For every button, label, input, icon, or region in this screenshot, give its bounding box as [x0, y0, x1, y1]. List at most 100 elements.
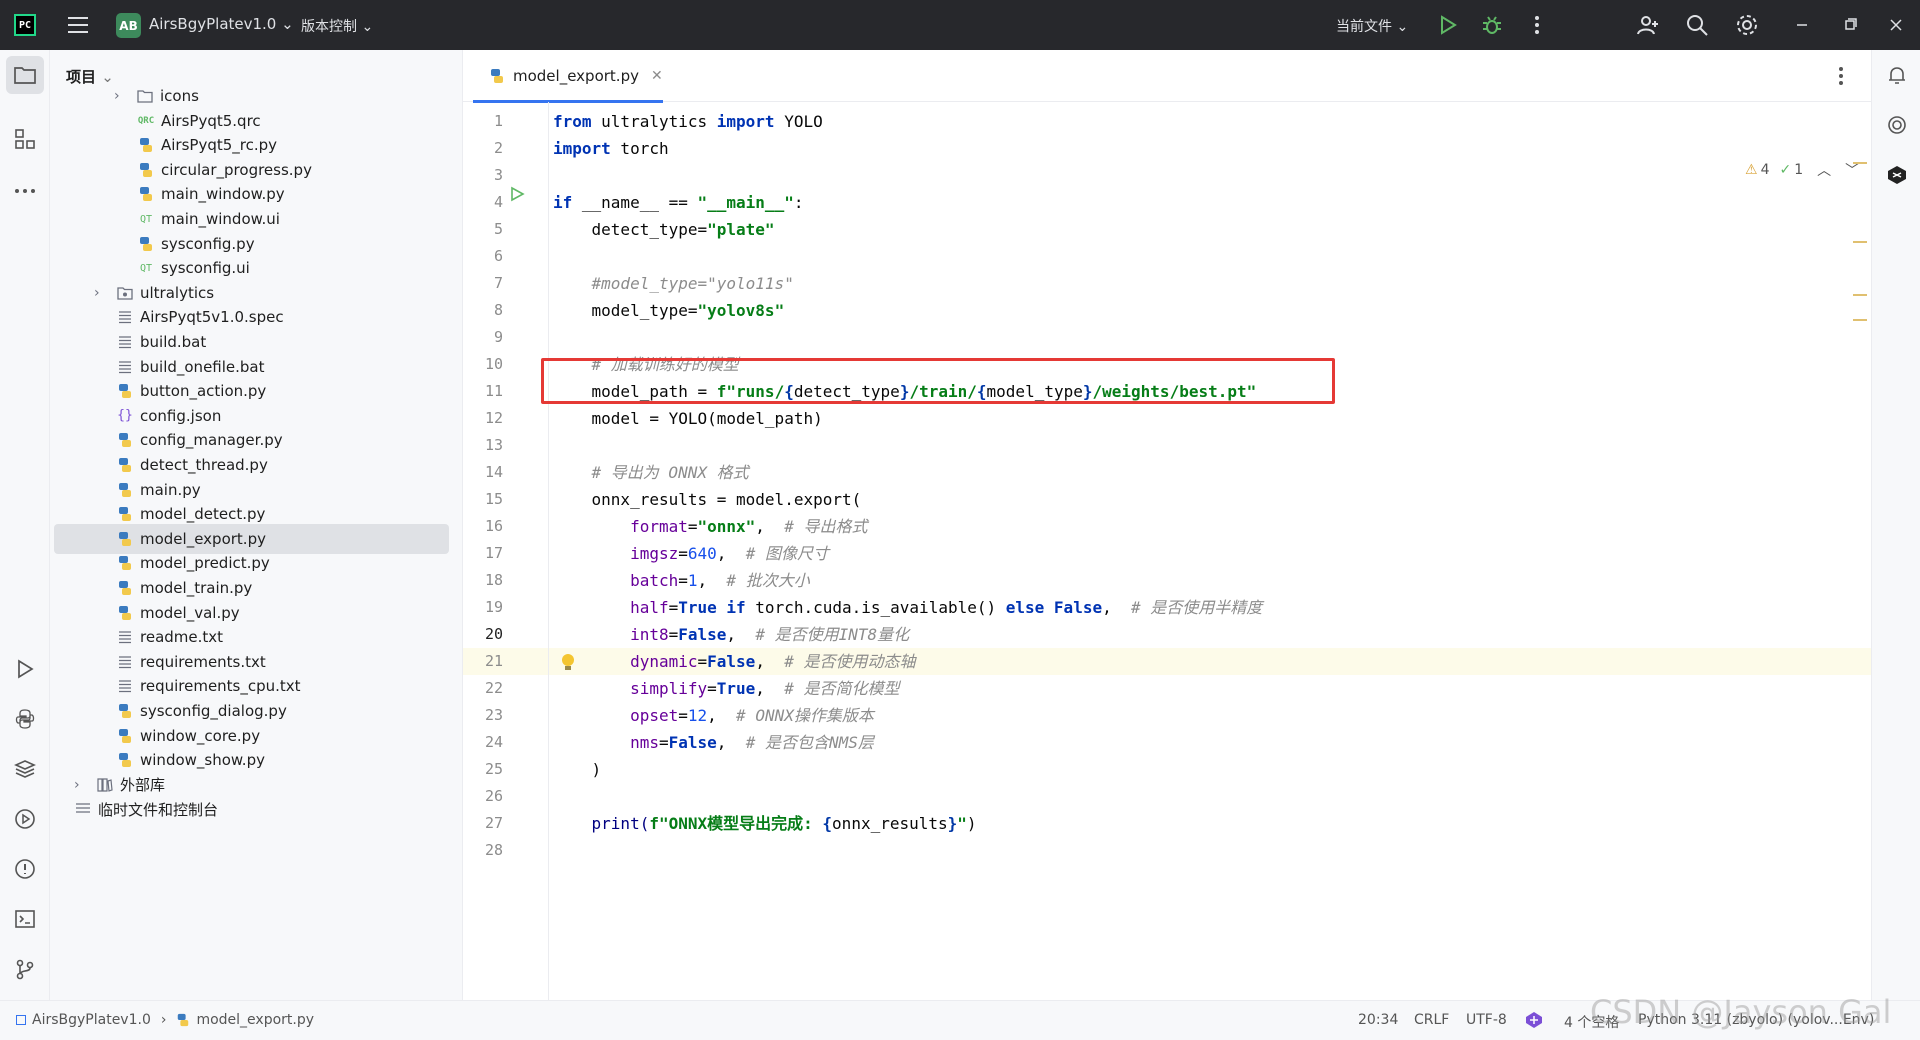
- minimize-icon[interactable]: [1790, 13, 1814, 37]
- line-number: 14: [484, 463, 503, 481]
- add-user-icon[interactable]: [1636, 13, 1660, 37]
- notifications-icon[interactable]: [1884, 62, 1910, 88]
- project-tool-icon[interactable]: [6, 56, 44, 94]
- code-line: batch=1, # 批次大小: [553, 571, 810, 590]
- tree-item-label: model_detect.py: [140, 505, 266, 524]
- file-encoding[interactable]: UTF-8: [1466, 1012, 1507, 1028]
- breadcrumb-file[interactable]: model_export.py: [196, 1012, 314, 1028]
- right-tool-strip: [1871, 50, 1920, 1000]
- tree-item-label: config.json: [140, 406, 222, 425]
- line-number: 8: [493, 301, 503, 319]
- code-line: if __name__ == "__main__":: [553, 193, 804, 212]
- json-file-icon: {}: [117, 408, 133, 424]
- tree-item-label: config_manager.py: [140, 431, 283, 450]
- tree-item-label: sysconfig_dialog.py: [140, 702, 287, 720]
- tree-item-label: requirements.txt: [140, 652, 266, 671]
- run-gutter-icon[interactable]: [509, 186, 525, 206]
- project-switcher[interactable]: AirsBgyPlatev1.0 ⌄: [149, 15, 294, 33]
- tree-item-label: AirsPyqt5.qrc: [161, 111, 261, 130]
- problems-icon[interactable]: [12, 856, 38, 882]
- project-badge[interactable]: AB: [116, 13, 141, 38]
- run-tool-icon[interactable]: [12, 656, 38, 682]
- breadcrumb: AirsBgyPlatev1.0 › model_export.py: [16, 1012, 314, 1028]
- ai-status-icon[interactable]: [1524, 1010, 1544, 1034]
- qrc-file-icon: QRC: [137, 115, 155, 126]
- more-vertical-icon[interactable]: [1525, 13, 1549, 37]
- inspection-widget[interactable]: ⚠ 4 ✓ 1 ︿ ﹀: [1745, 160, 1859, 180]
- chevron-down-icon: ⌄: [101, 68, 114, 86]
- run-config-selector[interactable]: 当前文件 ⌄: [1336, 16, 1408, 36]
- python-file-icon: [116, 751, 134, 769]
- tree-item-label: AirsPyqt5v1.0.spec: [140, 308, 284, 327]
- line-number: 19: [484, 598, 503, 616]
- warning-icon: ⚠: [1745, 162, 1758, 178]
- chevron-right-icon[interactable]: ›: [114, 88, 130, 104]
- tree-item-label: detect_thread.py: [140, 456, 268, 474]
- restore-icon[interactable]: [1838, 13, 1862, 37]
- tree-item-label: model_export.py: [140, 529, 266, 548]
- code-line: print(f"ONNX模型导出完成: {onnx_results}"): [553, 814, 977, 833]
- code-line: nms=False, # 是否包含NMS层: [553, 733, 874, 752]
- python-file-icon: [137, 136, 155, 154]
- tree-item-label: circular_progress.py: [161, 160, 312, 179]
- tree-item[interactable]: 临时文件和控制台: [74, 794, 218, 824]
- debug-icon[interactable]: [1480, 13, 1504, 37]
- terminal-icon[interactable]: [12, 906, 38, 932]
- python-file-icon: [137, 161, 155, 179]
- chevron-down-icon: ⌄: [281, 15, 294, 33]
- tab-model-export[interactable]: model_export.py ✕: [473, 50, 663, 103]
- line-number: 13: [484, 436, 503, 454]
- gear-icon[interactable]: [1735, 13, 1759, 37]
- tree-item-label: main_window.py: [161, 185, 285, 204]
- close-icon[interactable]: [1884, 13, 1908, 37]
- python-packages-icon[interactable]: [12, 756, 38, 782]
- search-icon[interactable]: [1685, 13, 1709, 37]
- services-icon[interactable]: [12, 806, 38, 832]
- code-line: format="onnx", # 导出格式: [553, 517, 868, 536]
- library-icon: [96, 776, 114, 794]
- editor-area: model_export.py ✕ 1 2 3 4 5 6 7 8 9 10 11 12 13 14 15 1…: [463, 50, 1871, 1000]
- plugin-icon[interactable]: [1884, 162, 1910, 188]
- chevron-right-icon[interactable]: ›: [94, 285, 110, 301]
- ai-assistant-icon[interactable]: [1884, 112, 1910, 138]
- structure-tool-icon[interactable]: [12, 126, 38, 152]
- vcs-menu[interactable]: 版本控制 ⌄: [301, 16, 373, 36]
- pycharm-logo-icon[interactable]: PC: [14, 14, 36, 36]
- line-number: 23: [484, 706, 503, 724]
- watermark: CSDN @Jayson Gal: [1590, 993, 1892, 1031]
- line-number: 5: [493, 220, 503, 238]
- tab-label: model_export.py: [513, 67, 639, 85]
- git-icon[interactable]: [12, 956, 38, 982]
- project-panel-header[interactable]: 项目 ⌄: [66, 66, 114, 87]
- python-console-icon[interactable]: [12, 706, 38, 732]
- more-tools-icon[interactable]: [12, 178, 38, 204]
- package-folder-icon: [116, 284, 134, 302]
- tree-item-label: main.py: [140, 480, 201, 499]
- code-line: model_type="yolov8s": [553, 301, 785, 320]
- scroll-marker: [1853, 294, 1867, 296]
- code-line: opset=12, # ONNX操作集版本: [553, 706, 874, 725]
- line-number: 18: [484, 571, 503, 589]
- python-file-icon: [176, 1013, 190, 1027]
- editor-tab-bar: model_export.py ✕: [463, 50, 1871, 103]
- warning-count: 4: [1760, 162, 1770, 178]
- module-icon: [16, 1015, 26, 1025]
- chevron-right-icon[interactable]: ›: [74, 777, 90, 793]
- highlight-annotation-box: [541, 358, 1335, 404]
- python-file-icon: [116, 604, 134, 622]
- tree-item-label: requirements_cpu.txt: [140, 677, 301, 696]
- tree-item-label: model_predict.py: [140, 554, 270, 573]
- main-menu-icon[interactable]: [66, 14, 90, 36]
- tree-item-label: main_window.ui: [161, 210, 280, 228]
- line-number: 7: [493, 274, 503, 292]
- tree-item-label: AirsPyqt5_rc.py: [161, 136, 278, 155]
- line-number: 25: [484, 760, 503, 778]
- text-file-icon: [116, 653, 134, 671]
- breadcrumb-project[interactable]: AirsBgyPlatev1.0: [32, 1012, 151, 1028]
- more-vertical-icon[interactable]: [1838, 66, 1844, 90]
- caret-position[interactable]: 20:34: [1358, 1012, 1398, 1028]
- run-icon[interactable]: [1436, 13, 1460, 37]
- chevron-up-icon[interactable]: ︿: [1817, 160, 1831, 180]
- close-tab-icon[interactable]: ✕: [651, 68, 663, 84]
- line-separator[interactable]: CRLF: [1414, 1012, 1449, 1028]
